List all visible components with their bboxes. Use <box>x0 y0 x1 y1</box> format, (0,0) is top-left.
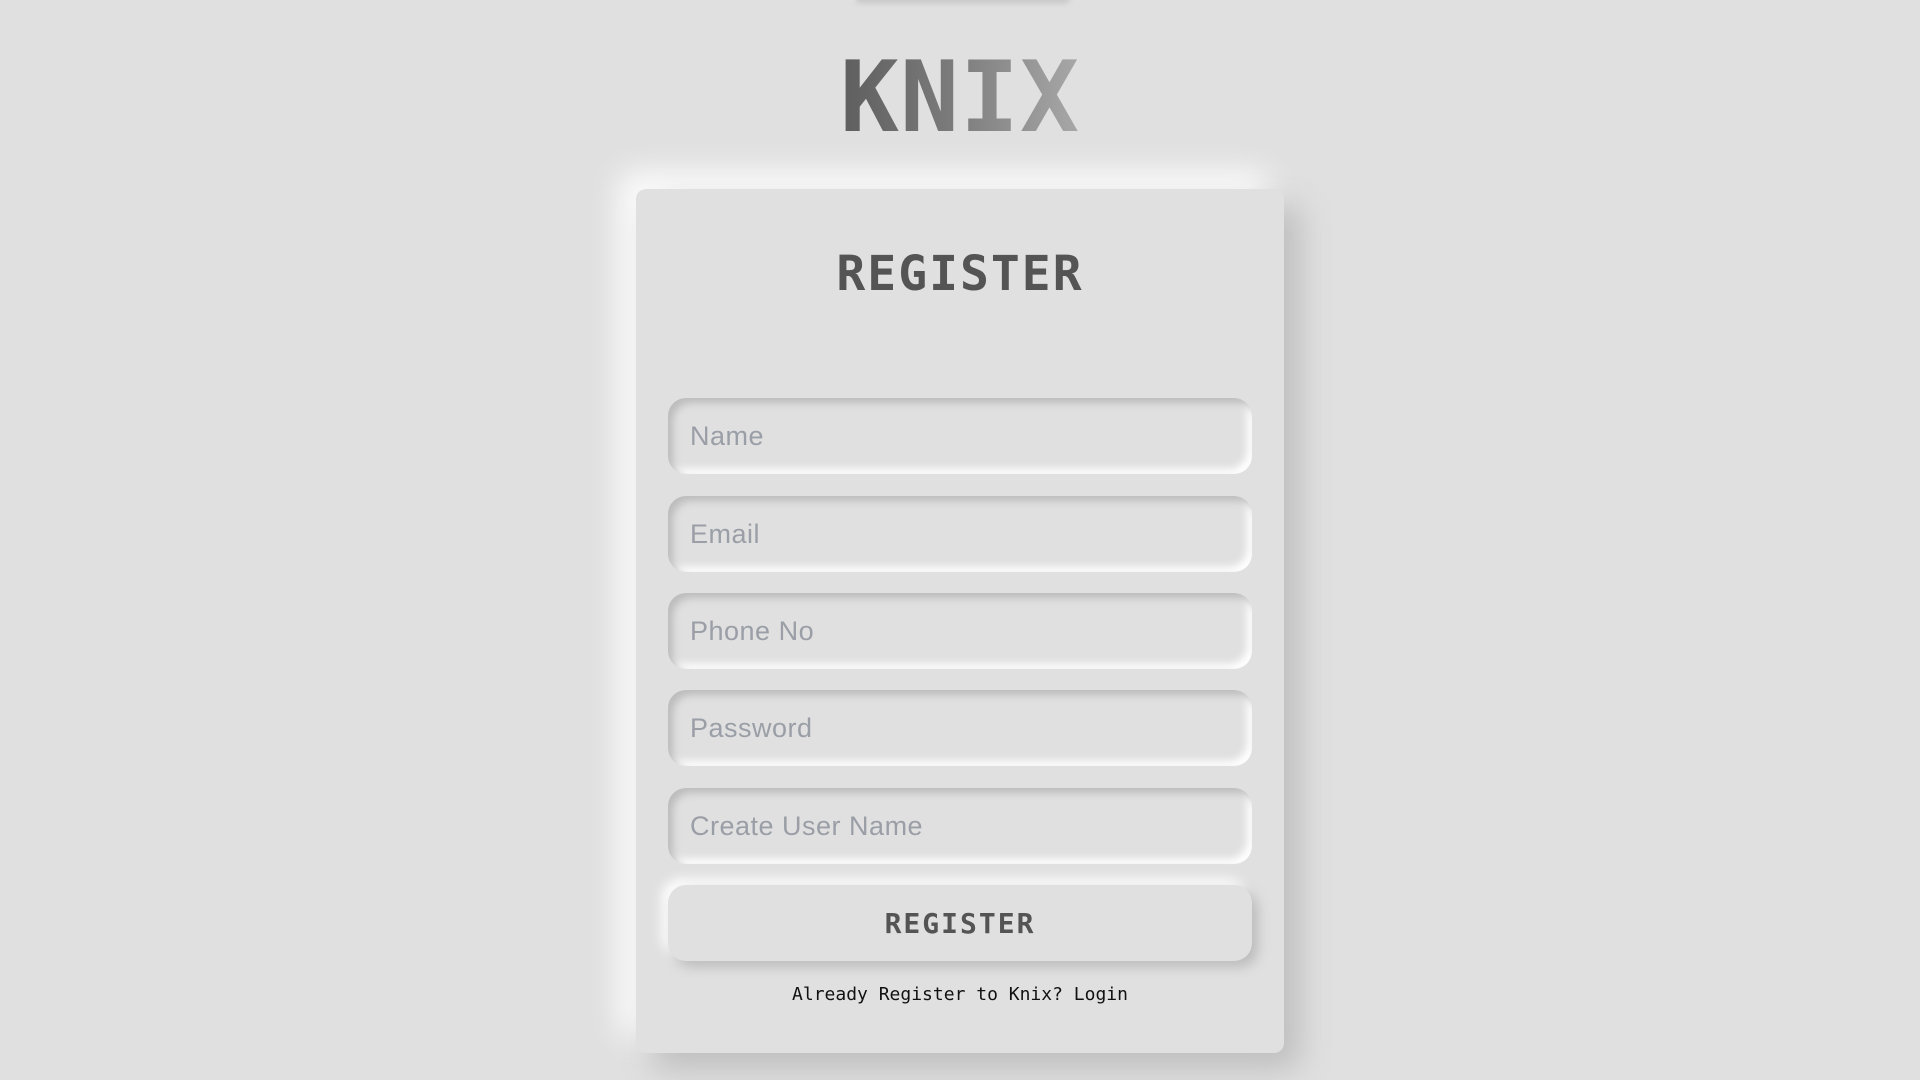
register-page: KNIX REGISTER REGISTER Already Register … <box>0 0 1920 1080</box>
password-input[interactable] <box>668 690 1252 766</box>
logo-text: KNIX <box>839 41 1080 155</box>
phone-field <box>668 593 1252 669</box>
login-prompt-text: Already Register to Knix? <box>792 984 1074 1005</box>
brand-logo: KNIX <box>0 42 1920 154</box>
form-title: REGISTER <box>836 246 1084 302</box>
name-field <box>668 398 1252 474</box>
phone-input[interactable] <box>668 593 1252 669</box>
register-button[interactable]: REGISTER <box>668 885 1252 961</box>
email-field <box>668 496 1252 572</box>
username-field <box>668 788 1252 864</box>
name-input[interactable] <box>668 398 1252 474</box>
username-input[interactable] <box>668 788 1252 864</box>
login-link[interactable]: Login <box>1074 984 1128 1005</box>
login-prompt-line: Already Register to Knix? Login <box>0 983 1920 1007</box>
email-input[interactable] <box>668 496 1252 572</box>
password-field <box>668 690 1252 766</box>
